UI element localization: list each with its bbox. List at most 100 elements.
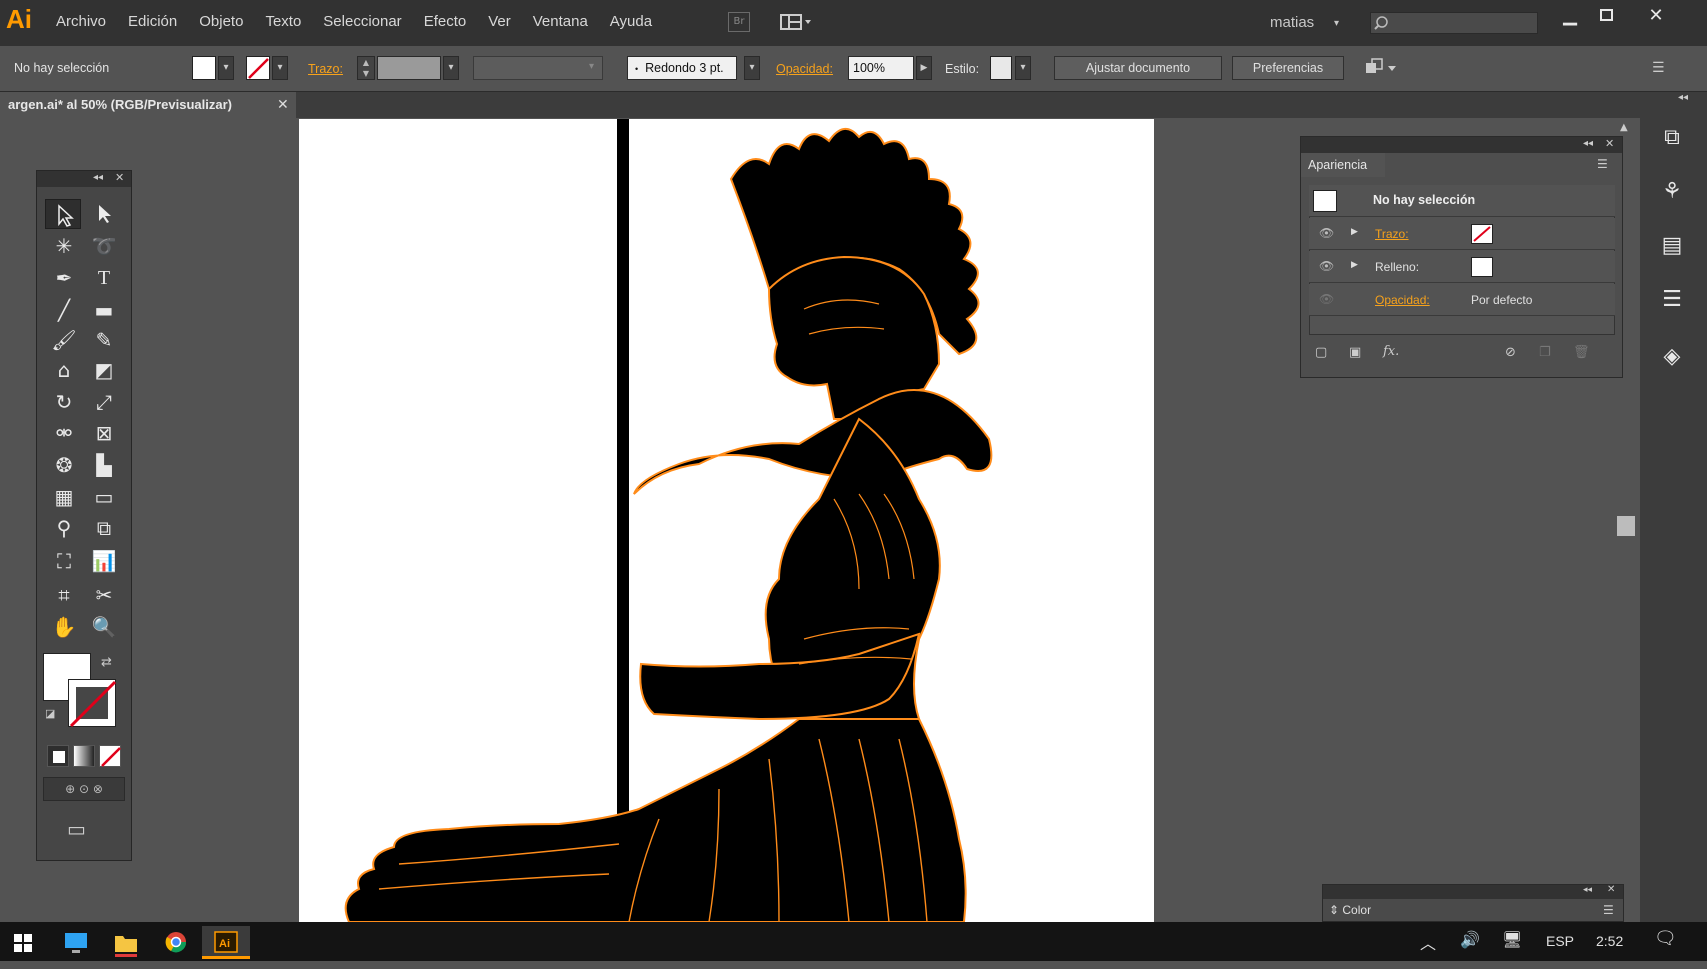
desktop-icon[interactable]: [52, 926, 100, 959]
document-tab[interactable]: argen.ai* al 50% (RGB/Previsualizar): [0, 92, 296, 118]
fx-icon[interactable]: fx.: [1383, 344, 1399, 359]
panel-menu-icon[interactable]: ☰: [1597, 157, 1608, 171]
color-panel-header[interactable]: ◂◂ ✕: [1323, 884, 1623, 899]
tools-panel-header[interactable]: ◂◂ ✕: [37, 171, 131, 187]
stroke-swatch[interactable]: [246, 56, 270, 80]
artboard[interactable]: [299, 119, 1154, 923]
scale-tool[interactable]: ⤢: [89, 388, 119, 416]
arrange-documents-button[interactable]: [779, 12, 815, 32]
rotate-tool[interactable]: ↻: [49, 388, 79, 416]
close-icon[interactable]: ✕: [1605, 137, 1614, 150]
panel-menu-icon[interactable]: ☰: [1603, 903, 1614, 917]
gradient-tool[interactable]: ▭: [89, 483, 119, 511]
color-panel-tab[interactable]: ⇕ Color: [1329, 903, 1371, 917]
user-name[interactable]: matias: [1270, 14, 1314, 31]
opacity-arrow-button[interactable]: ▶: [916, 56, 932, 80]
expand-arrow-icon[interactable]: ▶: [1351, 260, 1358, 270]
stroke-weight-input[interactable]: [377, 56, 441, 80]
scrollbar-thumb[interactable]: [1617, 516, 1635, 536]
arrange-icon[interactable]: [1364, 56, 1400, 80]
search-input[interactable]: [1370, 12, 1538, 34]
fill-row-label[interactable]: Relleno:: [1375, 260, 1419, 274]
fill-dropdown[interactable]: ▾: [218, 56, 234, 80]
notifications-icon[interactable]: 🗨: [1654, 928, 1677, 949]
opacity-row-label[interactable]: Opacidad:: [1375, 293, 1430, 307]
close-icon[interactable]: ✕: [1607, 884, 1615, 895]
stroke-weight-stepper[interactable]: ▲ ▼: [357, 56, 375, 80]
stroke-panel-icon[interactable]: ☰: [1655, 283, 1689, 317]
menu-objeto[interactable]: Objeto: [199, 13, 243, 30]
language-indicator[interactable]: ESP: [1546, 933, 1574, 949]
menu-edicion[interactable]: Edición: [128, 13, 177, 30]
selection-tool[interactable]: [45, 199, 81, 229]
collapse-icon[interactable]: ◂◂: [1583, 138, 1593, 149]
gradient-mode-button[interactable]: [73, 745, 95, 767]
bridge-button[interactable]: Br: [728, 12, 750, 32]
slice-tool[interactable]: ✂: [89, 581, 119, 609]
menu-archivo[interactable]: Archivo: [56, 13, 106, 30]
menu-ayuda[interactable]: Ayuda: [610, 13, 652, 30]
opacity-input[interactable]: 100%: [848, 56, 914, 80]
menu-efecto[interactable]: Efecto: [424, 13, 467, 30]
direct-selection-tool[interactable]: [89, 200, 119, 228]
symbols-panel-icon[interactable]: ⚘: [1655, 175, 1689, 209]
windows-start-icon[interactable]: [0, 926, 48, 959]
default-colors-icon[interactable]: ◪: [45, 707, 55, 720]
close-icon[interactable]: ✕: [115, 171, 124, 184]
none-mode-button[interactable]: [99, 745, 121, 767]
perspective-grid-tool[interactable]: ▙: [89, 451, 119, 479]
width-tool[interactable]: ⚮: [49, 419, 79, 447]
menu-ver[interactable]: Ver: [488, 13, 511, 30]
menu-ventana[interactable]: Ventana: [533, 13, 588, 30]
clock[interactable]: 2:52: [1596, 933, 1623, 949]
tray-overflow-icon[interactable]: ︿: [1420, 930, 1436, 954]
fill-row[interactable]: 👁 ▶ Relleno:: [1309, 251, 1615, 283]
color-mode-button[interactable]: [47, 745, 69, 767]
scroll-up-icon[interactable]: ▲: [1620, 122, 1628, 133]
illustrator-taskbar-icon[interactable]: Ai: [202, 926, 250, 959]
minimize-button[interactable]: ▁: [1550, 3, 1590, 29]
blend-tool[interactable]: ⧉: [89, 514, 119, 542]
hand-tool[interactable]: ✋: [49, 613, 79, 641]
fill-row-swatch[interactable]: [1471, 257, 1493, 277]
brush-dropdown[interactable]: ▾: [744, 56, 760, 80]
add-stroke-icon[interactable]: ▢: [1315, 345, 1327, 360]
type-tool[interactable]: T: [89, 264, 119, 292]
shape-builder-tool[interactable]: ❂: [49, 451, 79, 479]
style-swatch[interactable]: [990, 56, 1012, 80]
clear-appearance-icon[interactable]: ⊘: [1505, 345, 1516, 360]
lasso-tool[interactable]: ➰: [89, 232, 119, 260]
file-explorer-icon[interactable]: [102, 926, 150, 959]
gradient-panel-icon[interactable]: ▤: [1655, 229, 1689, 263]
rectangle-tool[interactable]: ▬: [89, 296, 119, 324]
stroke-row-swatch[interactable]: [1471, 224, 1493, 244]
artboard-tool[interactable]: ⌗: [49, 581, 79, 609]
appearance-panel-header[interactable]: ◂◂ ✕: [1301, 137, 1622, 153]
draw-modes[interactable]: ⊕ ⊙ ⊗: [43, 777, 125, 801]
graph-tool[interactable]: 📊: [89, 547, 119, 575]
collapse-dock-icon[interactable]: ◂◂: [1678, 92, 1688, 103]
add-fill-icon[interactable]: ▣: [1349, 345, 1361, 360]
panel-menu-icon[interactable]: ☰: [1652, 60, 1665, 76]
pen-tool[interactable]: ✒: [49, 264, 79, 292]
layers-panel-icon[interactable]: ◈: [1655, 340, 1689, 374]
brush-definition[interactable]: • Redondo 3 pt.: [627, 56, 737, 80]
mesh-tool[interactable]: ▦: [49, 483, 79, 511]
chrome-icon[interactable]: [152, 926, 200, 959]
swap-colors-icon[interactable]: ⇄: [101, 655, 112, 670]
network-icon[interactable]: 🖥: [1502, 930, 1522, 950]
paintbrush-tool[interactable]: 🖌: [49, 326, 79, 354]
volume-icon[interactable]: 🔊: [1460, 930, 1480, 950]
stroke-row-label[interactable]: Trazo:: [1375, 227, 1409, 241]
opacity-row[interactable]: 👁 Opacidad: Por defecto: [1309, 284, 1615, 316]
eye-icon[interactable]: 👁: [1319, 226, 1334, 240]
screen-mode-icon[interactable]: ▭: [67, 817, 86, 841]
expand-arrow-icon[interactable]: ▶: [1351, 227, 1358, 237]
eyedropper-tool[interactable]: ⚲: [49, 514, 79, 542]
stroke-color-box[interactable]: [68, 679, 117, 728]
profile-dropdown[interactable]: ▾: [589, 56, 603, 80]
close-tab-icon[interactable]: ✕: [277, 97, 289, 113]
close-button[interactable]: ✕: [1636, 3, 1676, 29]
menu-texto[interactable]: Texto: [265, 13, 301, 30]
line-tool[interactable]: ╱: [49, 296, 79, 324]
